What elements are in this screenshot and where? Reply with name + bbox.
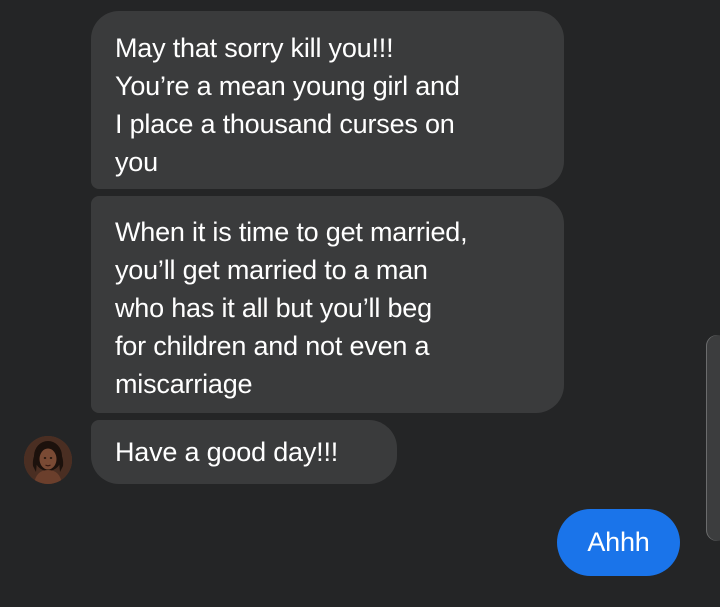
message-text-line: you’ll get married to a man: [115, 255, 428, 285]
scrollbar[interactable]: [706, 335, 720, 541]
avatar-icon: [24, 436, 72, 484]
message-text-line: miscarriage: [115, 369, 253, 399]
message-text-line: for children and not even a: [115, 331, 430, 361]
sent-message-bubble[interactable]: Ahhh: [557, 509, 680, 576]
message-text-line: Have a good day!!!: [115, 437, 339, 467]
message-thread: May that sorry kill you!!! You’re a mean…: [0, 0, 720, 607]
received-message-bubble[interactable]: May that sorry kill you!!! You’re a mean…: [91, 11, 564, 189]
message-text: Ahhh: [587, 527, 650, 557]
message-text-line: When it is time to get married,: [115, 217, 468, 247]
received-message-bubble[interactable]: Have a good day!!!: [91, 420, 397, 484]
message-text-line: May that sorry kill you!!!: [115, 33, 394, 63]
contact-avatar[interactable]: [24, 436, 72, 484]
received-message-bubble[interactable]: When it is time to get married, you’ll g…: [91, 196, 564, 413]
message-text-line: I place a thousand curses on: [115, 109, 455, 139]
message-text-line: who has it all but you’ll beg: [115, 293, 432, 323]
message-text-line: You’re a mean young girl and: [115, 71, 460, 101]
message-text-line: you: [115, 147, 158, 177]
